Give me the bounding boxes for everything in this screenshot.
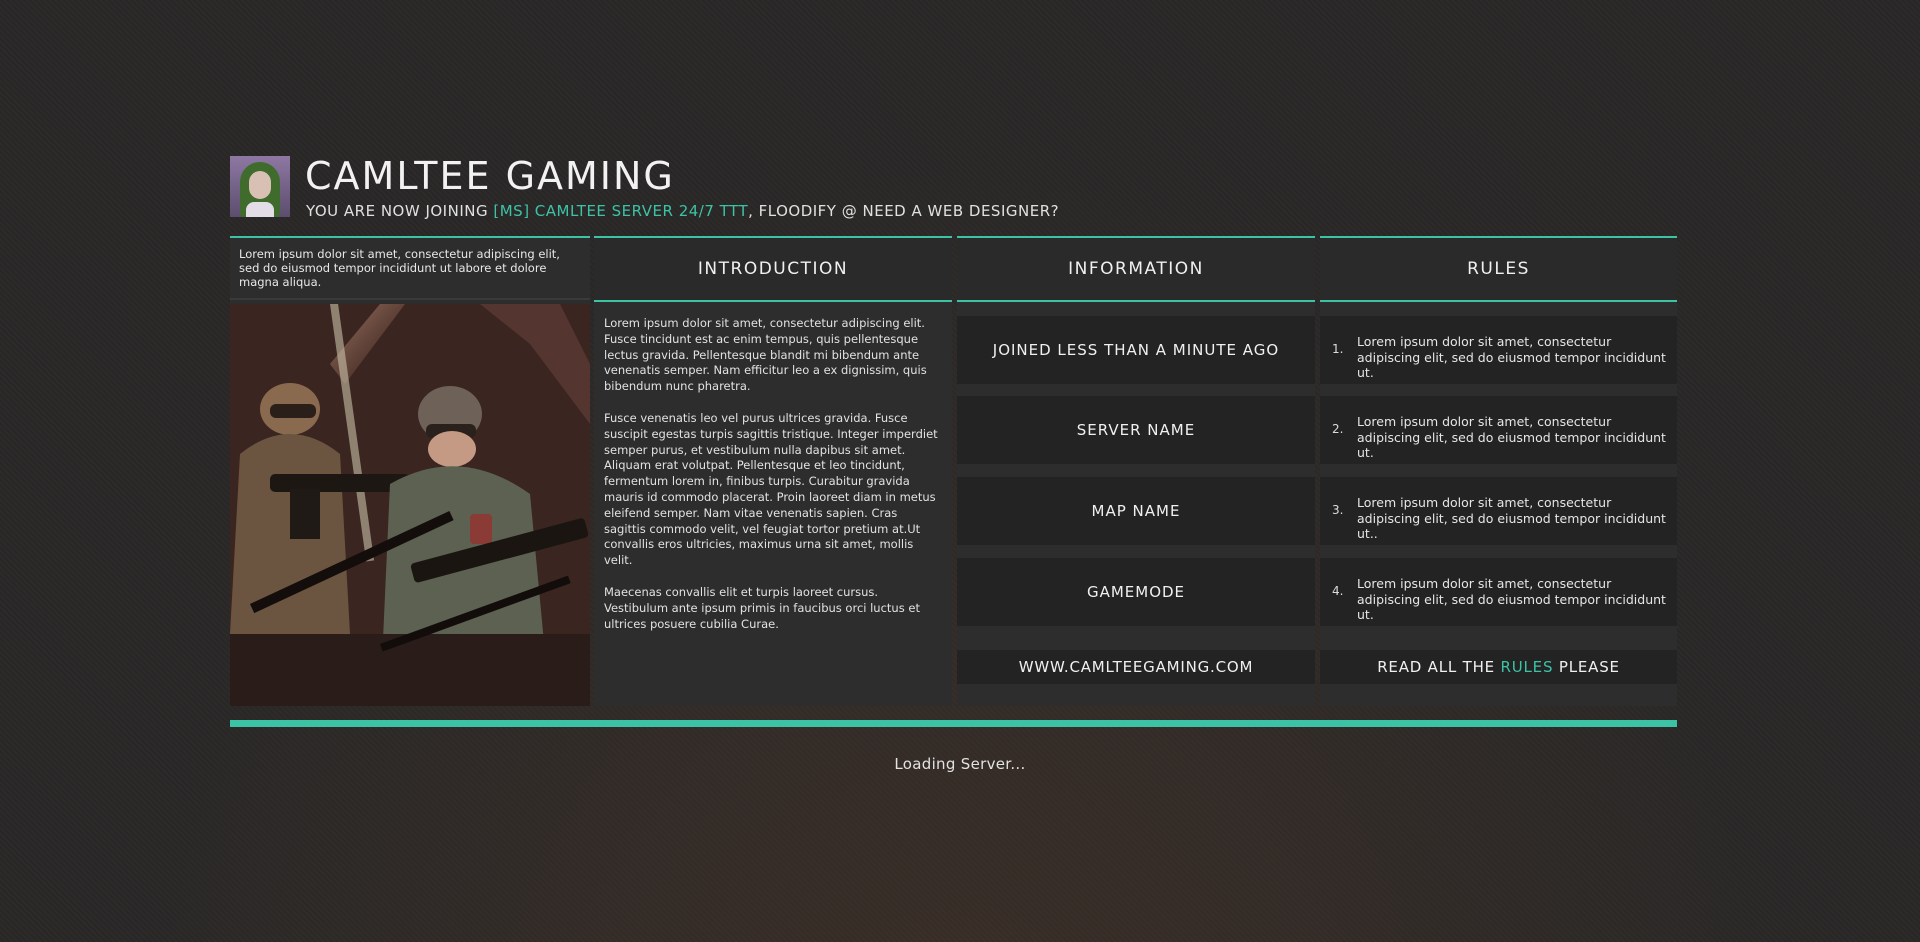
rule-item: 1. Lorem ipsum dolor sit amet, consectet… [1320, 316, 1677, 384]
joining-subtitle: YOU ARE NOW JOINING [MS] CAMLTEE SERVER … [306, 202, 1059, 220]
rule-item: 4. Lorem ipsum dolor sit amet, consectet… [1320, 558, 1677, 626]
info-server-name: SERVER NAME [957, 396, 1315, 464]
loading-progress-fill [230, 720, 1677, 727]
rule-item: 2. Lorem ipsum dolor sit amet, consectet… [1320, 396, 1677, 464]
subtitle-prefix: YOU ARE NOW JOINING [306, 202, 494, 220]
loading-progress-bar [230, 720, 1677, 727]
rule-text: Lorem ipsum dolor sit amet, consectetur … [1357, 414, 1666, 460]
website-link[interactable]: WWW.CAMLTEEGAMING.COM [957, 650, 1315, 684]
rule-number: 2. [1332, 422, 1344, 436]
rules-reminder-accent: RULES [1500, 658, 1554, 676]
information-heading: INFORMATION [957, 238, 1315, 302]
rules-heading: RULES [1320, 238, 1677, 302]
intro-paragraph: Fusce venenatis leo vel purus ultrices g… [604, 410, 938, 568]
rule-number: 1. [1332, 342, 1344, 356]
rules-reminder-prefix: READ ALL THE [1377, 658, 1501, 676]
image-panel: Lorem ipsum dolor sit amet, consectetur … [230, 236, 590, 706]
rules-reminder: READ ALL THE RULES PLEASE [1320, 650, 1677, 684]
rule-number: 4. [1332, 584, 1344, 598]
rules-reminder-suffix: PLEASE [1553, 658, 1620, 676]
server-name-highlight: [MS] CAMLTEE SERVER 24/7 TTT [493, 202, 749, 220]
introduction-heading: INTRODUCTION [594, 238, 952, 302]
rule-number: 3. [1332, 503, 1344, 517]
subtitle-suffix: , FLOODIFY @ NEED A WEB DESIGNER? [748, 202, 1060, 220]
info-map-name: MAP NAME [957, 477, 1315, 545]
introduction-body: Lorem ipsum dolor sit amet, consectetur … [594, 302, 952, 632]
introduction-panel: INTRODUCTION Lorem ipsum dolor sit amet,… [594, 236, 952, 706]
panel-blurb: Lorem ipsum dolor sit amet, consectetur … [230, 238, 590, 300]
rule-text: Lorem ipsum dolor sit amet, consectetur … [1357, 495, 1666, 541]
loading-status: Loading Server... [894, 755, 1026, 773]
intro-paragraph: Lorem ipsum dolor sit amet, consectetur … [604, 316, 927, 394]
information-panel: INFORMATION JOINED LESS THAN A MINUTE AG… [957, 236, 1315, 706]
page-title: CAMLTEE GAMING [305, 154, 675, 198]
rules-panel: RULES 1. Lorem ipsum dolor sit amet, con… [1320, 236, 1677, 706]
info-joined: JOINED LESS THAN A MINUTE AGO [957, 316, 1315, 384]
intro-paragraph: Maecenas convallis elit et turpis laoree… [604, 584, 920, 631]
soldiers-artwork [230, 304, 590, 706]
avatar [230, 156, 290, 217]
rule-text: Lorem ipsum dolor sit amet, consectetur … [1357, 334, 1666, 380]
info-gamemode: GAMEMODE [957, 558, 1315, 626]
rule-item: 3. Lorem ipsum dolor sit amet, consectet… [1320, 477, 1677, 545]
rule-text: Lorem ipsum dolor sit amet, consectetur … [1357, 576, 1666, 622]
